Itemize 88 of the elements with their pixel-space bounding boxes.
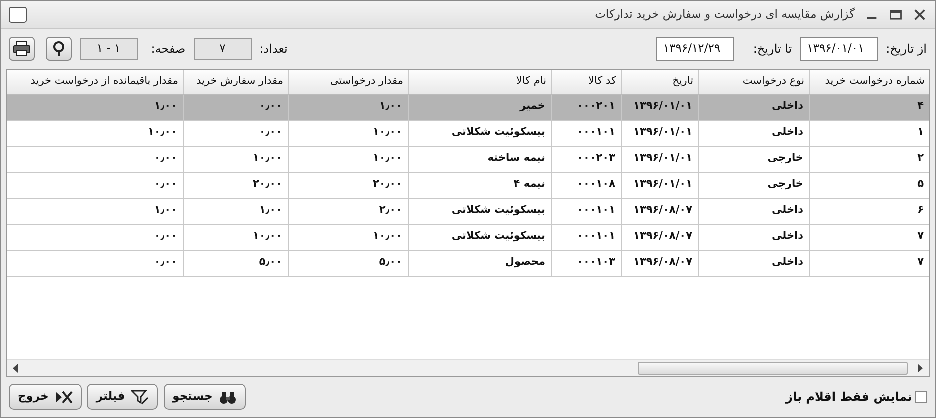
to-date-field[interactable]: ۱۳۹۶/۱۲/۲۹ xyxy=(656,37,734,61)
search-button[interactable]: جستجو xyxy=(164,384,246,410)
count-field: ۷ xyxy=(194,38,252,60)
column-header[interactable]: مقدار باقیمانده از درخواست خرید xyxy=(7,70,183,94)
exit-button[interactable]: خروج xyxy=(9,384,82,410)
table-cell: ۱ xyxy=(809,120,929,146)
table-cell: ۰٫۰۰ xyxy=(7,146,183,172)
column-header[interactable]: شماره درخواست خرید xyxy=(809,70,929,94)
table-cell: ۷ xyxy=(809,250,929,276)
table-cell: ۰۰۰۱۰۱ xyxy=(551,224,621,250)
table-cell: داخلی xyxy=(698,198,809,224)
table-cell: ۰۰۰۱۰۸ xyxy=(551,172,621,198)
table-cell: بیسکوئیت شکلاتی xyxy=(408,120,551,146)
table-cell: ۰٫۰۰ xyxy=(7,224,183,250)
count-label: تعداد: xyxy=(260,41,288,58)
column-header[interactable]: تاریخ xyxy=(621,70,698,94)
table-cell: ۱۰٫۰۰ xyxy=(288,224,408,250)
column-header[interactable]: نام کالا xyxy=(408,70,551,94)
table-cell: نیمه ۴ xyxy=(408,172,551,198)
table-cell: ۶ xyxy=(809,198,929,224)
table-cell: ۱٫۰۰ xyxy=(7,94,183,120)
table-cell: ۱۳۹۶/۰۱/۰۱ xyxy=(621,94,698,120)
table-cell: ۱۰٫۰۰ xyxy=(288,146,408,172)
table-cell: ۱٫۰۰ xyxy=(7,198,183,224)
help-button[interactable] xyxy=(46,37,72,61)
filter-button[interactable]: فیلتر xyxy=(87,384,158,410)
table-cell: ۰۰۰۱۰۳ xyxy=(551,250,621,276)
table-cell: ۱۰٫۰۰ xyxy=(7,120,183,146)
table-cell: ۱٫۰۰ xyxy=(288,94,408,120)
column-header[interactable]: نوع درخواست xyxy=(698,70,809,94)
column-header[interactable]: کد کالا xyxy=(551,70,621,94)
table-cell: ۵ xyxy=(809,172,929,198)
page-field: ۱ - ۱ xyxy=(80,38,138,60)
table-cell: بیسکوئیت شکلاتی xyxy=(408,198,551,224)
print-button[interactable] xyxy=(9,37,35,61)
binoculars-icon xyxy=(218,389,237,405)
printer-icon xyxy=(13,41,31,57)
maximize-icon[interactable] xyxy=(889,8,903,22)
table-cell: نیمه ساخته xyxy=(408,146,551,172)
table-cell: ۱۰٫۰۰ xyxy=(183,146,288,172)
table-cell: ۱۳۹۶/۰۱/۰۱ xyxy=(621,172,698,198)
table-cell: ۰٫۰۰ xyxy=(7,172,183,198)
table-cell: ۱۳۹۶/۰۱/۰۱ xyxy=(621,146,698,172)
close-icon[interactable] xyxy=(913,8,927,22)
table-cell: ۵٫۰۰ xyxy=(288,250,408,276)
table-cell: ۷ xyxy=(809,224,929,250)
window-title: گزارش مقایسه ای درخواست و سفارش خرید تدارکات xyxy=(595,6,855,23)
scrollbar-thumb[interactable] xyxy=(638,362,908,374)
page-label: صفحه: xyxy=(151,41,186,58)
table-cell: ۵٫۰۰ xyxy=(183,250,288,276)
table-cell: ۱۳۹۶/۰۱/۰۱ xyxy=(621,120,698,146)
from-date-label: از تاریخ: xyxy=(886,41,927,58)
column-header[interactable]: مقدار سفارش خرید xyxy=(183,70,288,94)
table-cell: ۰۰۰۲۰۳ xyxy=(551,146,621,172)
table-cell: ۰٫۰۰ xyxy=(183,94,288,120)
to-date-label: تا تاریخ: xyxy=(753,41,792,58)
table-cell: ۰۰۰۱۰۱ xyxy=(551,120,621,146)
table-cell: ۲۰٫۰۰ xyxy=(183,172,288,198)
table-cell: بیسکوئیت شکلاتی xyxy=(408,224,551,250)
table-cell: خارجی xyxy=(698,146,809,172)
table-cell: ۲ xyxy=(809,146,929,172)
open-only-checkbox[interactable] xyxy=(915,391,927,403)
table-cell: ۲۰٫۰۰ xyxy=(288,172,408,198)
table-cell: داخلی xyxy=(698,250,809,276)
column-header[interactable]: مقدار درخواستی xyxy=(288,70,408,94)
table-cell: ۱٫۰۰ xyxy=(183,198,288,224)
table-cell: ۱۰٫۰۰ xyxy=(183,224,288,250)
table-cell: ۱۳۹۶/۰۸/۰۷ xyxy=(621,224,698,250)
window-icon xyxy=(9,6,27,22)
checkbox-label: نمایش فقط اقلام باز xyxy=(786,389,912,406)
table-cell: ۴ xyxy=(809,94,929,120)
table-cell: داخلی xyxy=(698,120,809,146)
from-date-field[interactable]: ۱۳۹۶/۰۱/۰۱ xyxy=(800,37,878,61)
table-cell: داخلی xyxy=(698,224,809,250)
exit-icon xyxy=(54,389,73,405)
table-cell: محصول xyxy=(408,250,551,276)
table-cell: ۱۳۹۶/۰۸/۰۷ xyxy=(621,250,698,276)
table-cell: ۰٫۰۰ xyxy=(7,250,183,276)
table-cell: ۰۰۰۱۰۱ xyxy=(551,198,621,224)
table-cell: داخلی xyxy=(698,94,809,120)
table-cell: خمیر xyxy=(408,94,551,120)
funnel-icon xyxy=(131,389,150,405)
table-cell: ۰۰۰۲۰۱ xyxy=(551,94,621,120)
table-cell: ۱۳۹۶/۰۸/۰۷ xyxy=(621,198,698,224)
table-cell: ۰٫۰۰ xyxy=(183,120,288,146)
table-cell: ۱۰٫۰۰ xyxy=(288,120,408,146)
table-cell: خارجی xyxy=(698,172,809,198)
table-cell: ۲٫۰۰ xyxy=(288,198,408,224)
